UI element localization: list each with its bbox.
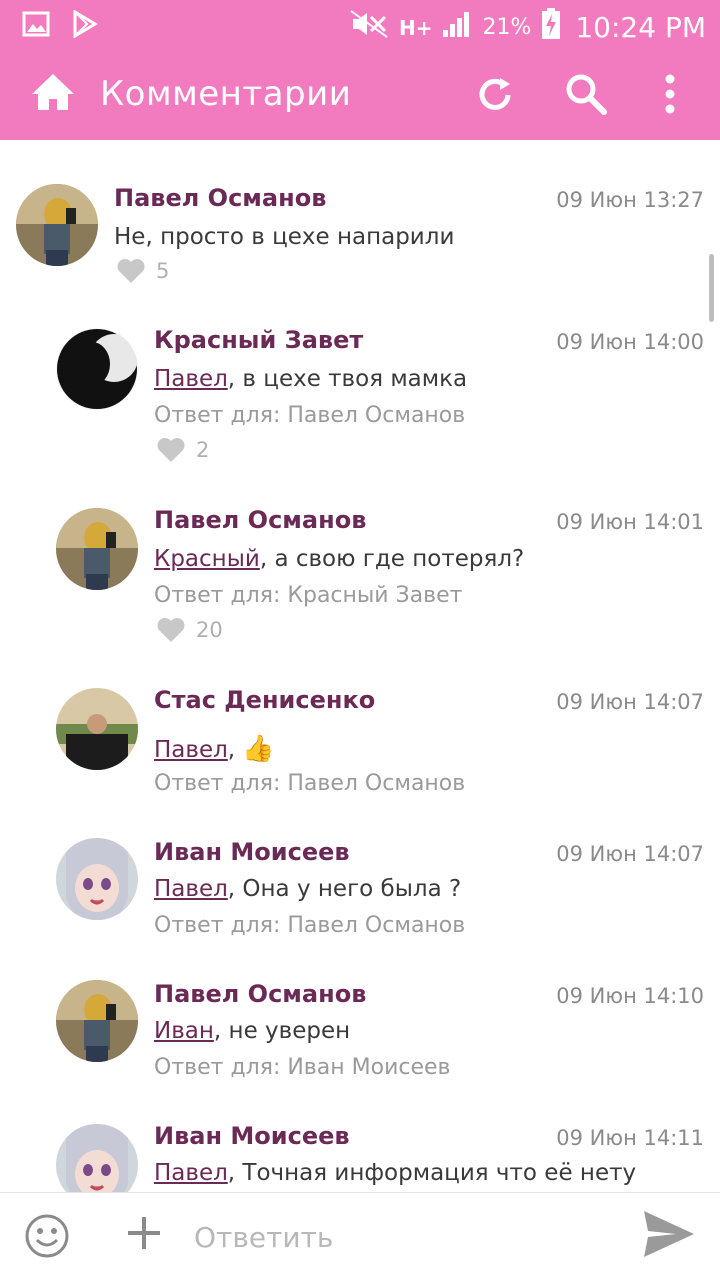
comment-text: Павел, 👍 — [154, 734, 275, 764]
status-time: 10:24 PM — [575, 11, 706, 44]
comment-time: 09 Июн 13:27 — [556, 188, 704, 212]
comment-text: Павел, Точная информация что её нету — [154, 1160, 637, 1186]
comment-author[interactable]: Стас Денисенко — [154, 686, 375, 714]
refresh-icon[interactable] — [474, 74, 516, 120]
gallery-icon — [22, 11, 50, 41]
reply-composer — [0, 1192, 720, 1280]
reply-to-label: Ответ для: Иван Моисеев — [154, 1055, 451, 1080]
reply-to-label: Ответ для: Павел Османов — [154, 913, 466, 938]
mention-link[interactable]: Павел — [154, 366, 228, 392]
mention-link[interactable]: Павел — [154, 737, 228, 763]
battery-charging-icon — [541, 8, 561, 47]
comment-time: 09 Июн 14:07 — [556, 690, 704, 714]
reply-to-label: Ответ для: Павел Османов — [154, 771, 466, 796]
avatar[interactable] — [56, 508, 138, 590]
status-bar: H+ 21% 10:24 PM — [0, 0, 720, 48]
avatar[interactable] — [56, 688, 138, 770]
like-count: 2 — [196, 438, 210, 462]
mention-link[interactable]: Иван — [154, 1018, 214, 1044]
heart-icon — [157, 438, 185, 462]
reply-to-label: Ответ для: Красный Завет — [154, 583, 463, 608]
comment-author[interactable]: Иван Моисеев — [154, 1122, 350, 1150]
mute-icon — [349, 9, 389, 46]
send-icon[interactable] — [642, 1209, 696, 1263]
comment-time: 09 Июн 14:07 — [556, 842, 704, 866]
avatar[interactable] — [56, 980, 138, 1062]
like-count: 5 — [156, 259, 170, 283]
like-button[interactable]: 2 — [156, 437, 209, 463]
comment-time: 09 Июн 14:10 — [556, 984, 704, 1008]
comment-text: Павел, в цехе твоя мамка — [154, 366, 468, 392]
comment-text: Павел, Она у него была ? — [154, 876, 462, 902]
comment-time: 09 Июн 14:00 — [556, 330, 704, 354]
play-store-icon — [72, 9, 98, 42]
comment-text: Иван, не уверен — [154, 1018, 351, 1044]
comment-author[interactable]: Павел Османов — [114, 184, 326, 212]
emoji-icon[interactable] — [24, 1213, 70, 1263]
mention-link[interactable]: Красный — [154, 546, 260, 572]
comment-author[interactable]: Павел Османов — [154, 980, 366, 1008]
like-button[interactable]: 20 — [156, 617, 223, 643]
mention-link[interactable]: Павел — [154, 1160, 228, 1186]
comment-time: 09 Июн 14:01 — [556, 510, 704, 534]
mention-link[interactable]: Павел — [154, 876, 228, 902]
avatar[interactable] — [56, 328, 138, 410]
attach-plus-icon[interactable] — [124, 1213, 164, 1257]
comment-author[interactable]: Павел Османов — [154, 506, 366, 534]
like-button[interactable]: 5 — [116, 258, 169, 284]
comment-author[interactable]: Красный Завет — [154, 326, 363, 354]
heart-icon — [157, 618, 185, 642]
thumbs-up-emoji: 👍 — [242, 734, 275, 764]
reply-to-label: Ответ для: Павел Османов — [154, 403, 466, 428]
comment-time: 09 Июн 14:11 — [556, 1126, 704, 1150]
search-icon[interactable] — [564, 72, 608, 120]
comment-list[interactable]: Павел Османов 09 Июн 13:27 Не, просто в … — [0, 140, 720, 1192]
more-options-icon[interactable] — [664, 74, 676, 118]
app-bar: Комментарии — [0, 48, 720, 140]
page-title: Комментарии — [100, 74, 352, 114]
like-count: 20 — [196, 618, 223, 642]
avatar[interactable] — [56, 1124, 138, 1192]
home-icon[interactable] — [30, 72, 76, 116]
battery-percent: 21% — [482, 15, 532, 40]
comment-text: Не, просто в цехе напарили — [114, 224, 455, 250]
comment-text: Красный, а свою где потерял? — [154, 546, 525, 572]
comment-author[interactable]: Иван Моисеев — [154, 838, 350, 866]
network-type: H+ — [398, 15, 433, 40]
signal-icon — [442, 10, 472, 45]
reply-input[interactable] — [194, 1215, 614, 1259]
avatar[interactable] — [56, 838, 138, 920]
avatar[interactable] — [16, 184, 98, 266]
scrollbar[interactable] — [709, 254, 714, 322]
heart-icon — [117, 259, 145, 283]
